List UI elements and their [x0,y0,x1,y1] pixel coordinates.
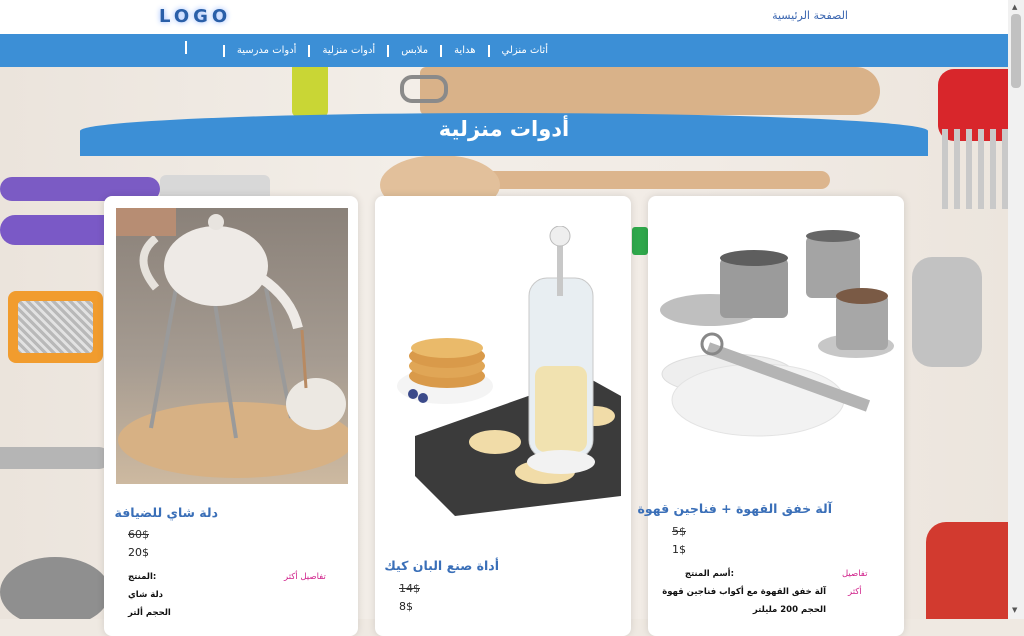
nav-separator [185,41,187,54]
grater-mesh-decoration [18,301,93,353]
vertical-scrollbar[interactable]: ▲ ▼ [1008,0,1024,619]
spec-size: الحجم 200 مليلتر [752,605,826,615]
top-header: LOGO الصفحة الرئيسية [0,0,1008,34]
product-title[interactable]: آلة خفق القهوة + فناجين قهوة [637,501,832,516]
coffee-set-image[interactable] [658,228,894,454]
scrollbar-thumb[interactable] [1011,14,1021,88]
nav-item-clothes[interactable]: ملابس [387,44,440,57]
spatula-ring-decoration [400,75,448,103]
spec-label: :أسم المنتج [684,569,734,579]
pourer-decoration [912,257,982,367]
details-link-more[interactable]: أكثر [848,587,862,597]
nav-item-school-supplies[interactable]: أدوات مدرسية [222,44,309,57]
nav-item-home-tools[interactable]: أدوات منزلية [308,44,387,57]
new-price: 8$ [399,600,413,613]
pancake-illustration [397,226,621,516]
product-card-coffee: آلة خفق القهوة + فناجين قهوة 5$ 1$ تفاصي… [637,196,904,636]
green-clip-decoration [632,227,648,255]
yellow-handle-decoration [292,67,328,117]
teapot-image[interactable] [116,208,348,484]
new-price: 1$ [672,543,686,556]
details-link[interactable]: تفاصيل [842,569,867,579]
peeler-decoration [926,522,1008,619]
nav-item-furniture[interactable]: أثاث منزلي [487,44,560,57]
spec-label: :المنتج [128,572,157,582]
pancake-tool-image[interactable] [385,226,621,526]
nav-list: أدوات مدرسية أدوات منزلية ملابس هداية أث… [222,34,560,67]
main-navigation: أدوات مدرسية أدوات منزلية ملابس هداية أث… [0,34,1008,67]
old-price: 5$ [672,525,686,538]
teapot-illustration [116,208,348,478]
wooden-spatula-decoration [420,67,880,115]
spec-value: دلة شاي [128,590,164,600]
ladle-decoration [0,557,110,619]
old-price: 60$ [128,528,149,541]
section-banner: أدوات منزلية [80,113,928,156]
new-price: 20$ [128,546,149,559]
comb-decoration [942,129,1008,209]
old-price: 14$ [399,582,420,595]
product-card-pancake: أداة صنع البان كيك 14$ 8$ [375,196,631,636]
scroll-up-arrow-icon[interactable]: ▲ [1012,3,1017,11]
product-title[interactable]: أداة صنع البان كيك [384,558,499,573]
product-title[interactable]: دلة شاي للضيافة [114,505,218,520]
product-card-teapot: دلة شاي للضيافة 60$ 20$ تفاصيل أكثر :الم… [104,196,358,636]
wooden-spoon-handle-decoration [480,171,830,189]
home-link[interactable]: الصفحة الرئيسية [760,9,848,22]
details-link[interactable]: تفاصيل أكثر [284,572,326,582]
scroll-down-arrow-icon[interactable]: ▼ [1012,606,1017,614]
nav-item-gifts[interactable]: هداية [440,44,487,57]
coffee-illustration [660,230,894,437]
spec-size: الحجم ألتر [128,608,171,618]
spec-value: آلة خفق القهوة مع أكواب فناجين قهوة [662,587,826,597]
section-title: أدوات منزلية [438,117,570,141]
site-logo[interactable]: LOGO [159,6,231,27]
knife-decoration [0,447,110,469]
